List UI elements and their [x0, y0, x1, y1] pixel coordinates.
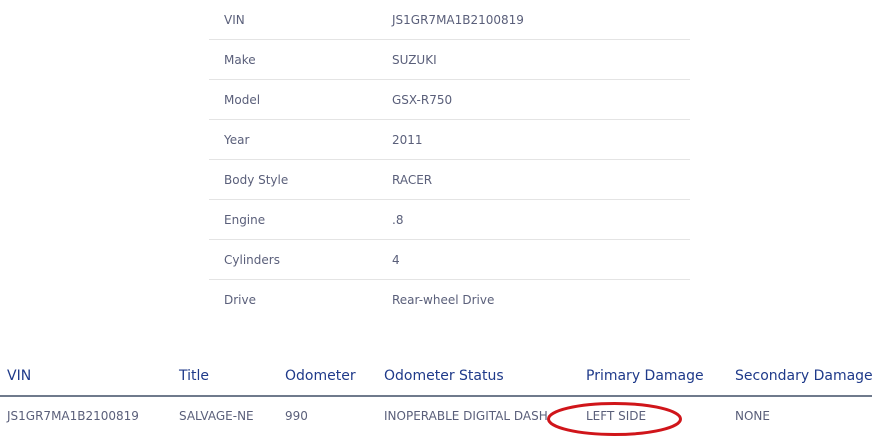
- vehicle-specs-table: VIN JS1GR7MA1B2100819 Make SUZUKI Model …: [209, 0, 690, 319]
- spec-label: Cylinders: [224, 253, 280, 267]
- spec-row-year: Year 2011: [209, 120, 690, 160]
- spec-row-drive: Drive Rear-wheel Drive: [209, 280, 690, 319]
- spec-label: Engine: [224, 213, 266, 227]
- cell-odometer: 990: [285, 409, 308, 423]
- spec-value: Rear-wheel Drive: [392, 293, 495, 307]
- spec-value: JS1GR7MA1B2100819: [392, 13, 524, 27]
- column-header-title[interactable]: Title: [179, 368, 209, 384]
- column-header-odometer[interactable]: Odometer: [285, 368, 356, 384]
- spec-value: 2011: [392, 133, 423, 147]
- table-header-row: VIN Title Odometer Odometer Status Prima…: [0, 363, 872, 397]
- column-header-secondary-damage[interactable]: Secondary Damage: [735, 368, 872, 384]
- spec-row-engine: Engine .8: [209, 200, 690, 240]
- spec-value: SUZUKI: [392, 53, 437, 67]
- cell-primary-damage: LEFT SIDE: [586, 409, 647, 423]
- spec-value: RACER: [392, 173, 433, 187]
- lot-details-table: VIN Title Odometer Odometer Status Prima…: [0, 363, 872, 443]
- spec-label: Year: [224, 133, 250, 147]
- spec-label: Model: [224, 93, 261, 107]
- spec-label: VIN: [224, 13, 245, 27]
- spec-label: Drive: [224, 293, 256, 307]
- table-row[interactable]: JS1GR7MA1B2100819 SALVAGE-NE 990 INOPERA…: [0, 397, 872, 443]
- spec-row-model: Model GSX-R750: [209, 80, 690, 120]
- spec-label: Make: [224, 53, 256, 67]
- spec-row-body-style: Body Style RACER: [209, 160, 690, 200]
- cell-title: SALVAGE-NE: [179, 409, 254, 423]
- cell-vin: JS1GR7MA1B2100819: [7, 409, 139, 423]
- spec-value: .8: [392, 213, 404, 227]
- column-header-primary-damage[interactable]: Primary Damage: [586, 368, 704, 384]
- spec-row-make: Make SUZUKI: [209, 40, 690, 80]
- column-header-vin[interactable]: VIN: [7, 368, 31, 384]
- column-header-odometer-status[interactable]: Odometer Status: [384, 368, 504, 384]
- spec-label: Body Style: [224, 173, 289, 187]
- cell-odometer-status: INOPERABLE DIGITAL DASH: [384, 409, 548, 423]
- spec-row-cylinders: Cylinders 4: [209, 240, 690, 280]
- spec-row-vin: VIN JS1GR7MA1B2100819: [209, 0, 690, 40]
- spec-value: GSX-R750: [392, 93, 453, 107]
- cell-secondary-damage: NONE: [735, 409, 770, 423]
- spec-value: 4: [392, 253, 400, 267]
